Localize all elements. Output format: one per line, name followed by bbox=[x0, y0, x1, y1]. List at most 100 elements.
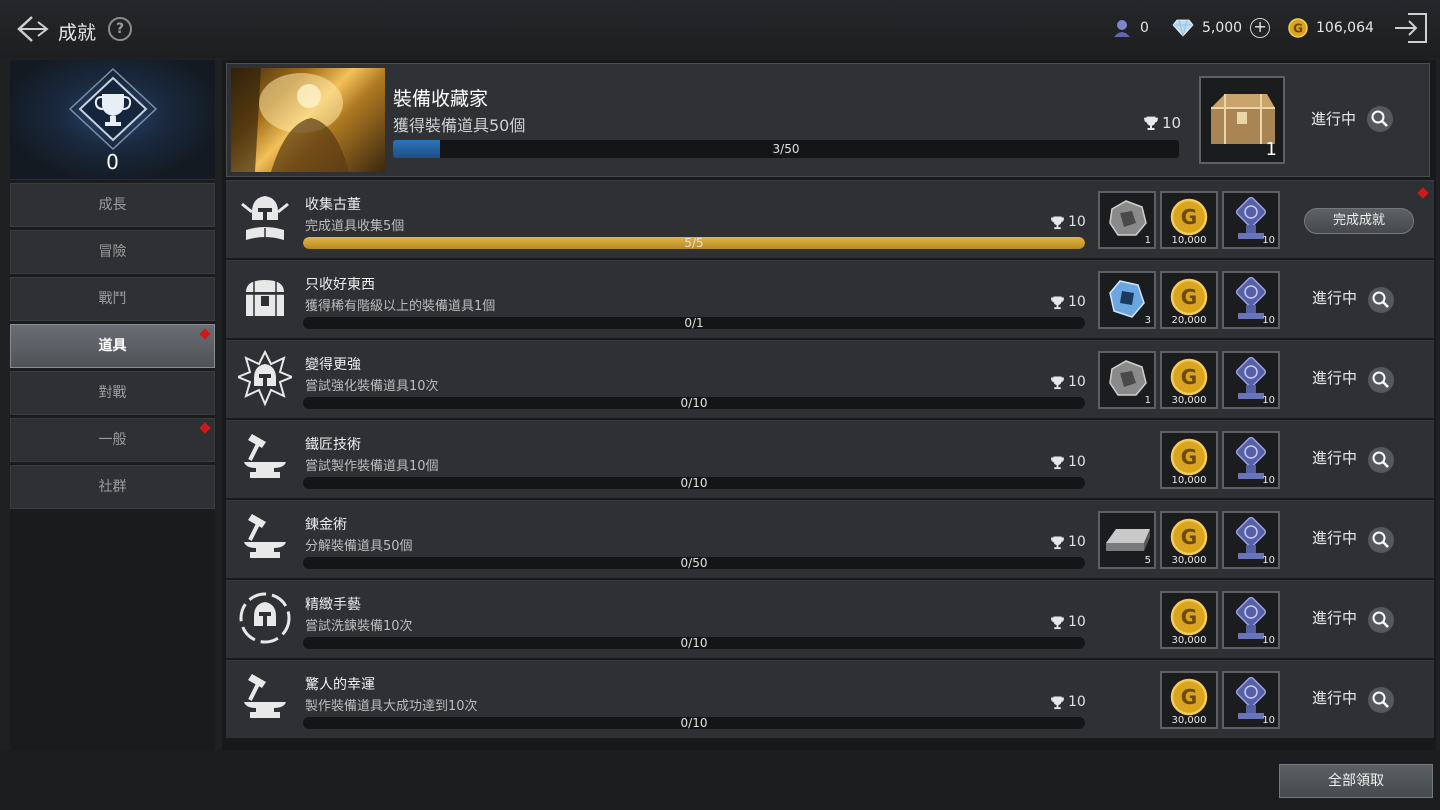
nav-item-2[interactable]: 戰鬥 bbox=[10, 277, 215, 321]
achievement-description: 嘗試製作裝備道具10個 bbox=[305, 459, 439, 474]
magnifier-icon bbox=[1372, 371, 1389, 388]
reward-quantity: 10 bbox=[1262, 635, 1275, 646]
complete-achievement-button[interactable]: 完成成就 bbox=[1304, 208, 1414, 234]
alert-dot bbox=[1417, 187, 1429, 199]
category-nav: 成長冒險戰鬥 道具 對戰一般社群 bbox=[10, 183, 215, 512]
claim-all-button[interactable]: 全部領取 bbox=[1279, 764, 1433, 798]
reward-slot[interactable]: G 30,000 bbox=[1160, 511, 1218, 569]
top-bar: 成就 ? 0 5,000 + G 106,064 bbox=[0, 0, 1440, 58]
achievement-title: 變得更強 bbox=[305, 357, 361, 373]
back-arrow-icon[interactable] bbox=[14, 12, 50, 46]
achievement-status: 進行中 bbox=[1312, 529, 1358, 547]
achievement-description: 完成道具收集5個 bbox=[305, 219, 405, 234]
achievement-points-value: 10 bbox=[1068, 614, 1086, 630]
reward-slot[interactable]: G 10,000 bbox=[1160, 431, 1218, 489]
svg-text:G: G bbox=[1181, 285, 1197, 309]
reward-slot[interactable]: G 30,000 bbox=[1160, 591, 1218, 649]
achievement-score: 0 bbox=[106, 150, 119, 174]
reward-slot[interactable]: 10 bbox=[1222, 191, 1280, 249]
achievement-title: 精緻手藝 bbox=[305, 597, 361, 613]
featured-search-button[interactable] bbox=[1367, 106, 1393, 132]
reward-slot[interactable]: 1 bbox=[1098, 351, 1156, 409]
footer-bar bbox=[0, 750, 1440, 810]
reward-slot[interactable]: 10 bbox=[1222, 511, 1280, 569]
nav-item-3[interactable]: 道具 bbox=[10, 324, 215, 368]
achievement-progress-text: 0/10 bbox=[680, 637, 708, 649]
achievement-row: 驚人的幸運 製作裝備道具大成功達到10次 0/10 10 G 30,000 10 進行中 bbox=[226, 660, 1434, 738]
reward-slot[interactable]: 10 bbox=[1222, 671, 1280, 729]
anvil-icon bbox=[238, 670, 292, 728]
alert-dot bbox=[199, 328, 211, 340]
achievement-search-button[interactable] bbox=[1368, 527, 1394, 553]
achievement-list: 裝備收藏家 獲得裝備道具50個 3/50 10 1 進行中 收集古董 完成道具收… bbox=[222, 60, 1436, 750]
achievement-progress-text: 0/1 bbox=[684, 317, 704, 329]
nav-item-5[interactable]: 一般 bbox=[10, 418, 215, 462]
achievement-status: 進行中 bbox=[1312, 449, 1358, 467]
trophy-small-icon bbox=[1051, 456, 1064, 469]
achievement-points-value: 10 bbox=[1068, 214, 1086, 230]
nav-item-6[interactable]: 社群 bbox=[10, 465, 215, 509]
reward-quantity: 30,000 bbox=[1171, 715, 1207, 726]
reward-quantity: 10,000 bbox=[1171, 475, 1207, 486]
achievement-points: 10 bbox=[1050, 694, 1086, 710]
reward-slot[interactable]: 3 bbox=[1098, 271, 1156, 329]
svg-text:G: G bbox=[1181, 685, 1197, 709]
achievement-search-button[interactable] bbox=[1368, 287, 1394, 313]
achievement-progress-bar: 0/1 bbox=[303, 317, 1085, 329]
reward-quantity: 10 bbox=[1262, 475, 1275, 486]
reward-slot[interactable]: 10 bbox=[1222, 591, 1280, 649]
trophy-icon bbox=[68, 67, 158, 151]
featured-banner-image bbox=[231, 68, 385, 172]
reward-slot[interactable]: G 30,000 bbox=[1160, 351, 1218, 409]
achievement-progress-text: 0/10 bbox=[680, 717, 708, 729]
achievement-search-button[interactable] bbox=[1368, 607, 1394, 633]
chest-quantity: 1 bbox=[1265, 139, 1277, 160]
reward-slot[interactable]: 10 bbox=[1222, 271, 1280, 329]
achievement-search-button[interactable] bbox=[1368, 367, 1394, 393]
magnifier-icon bbox=[1372, 611, 1389, 628]
nav-item-label: 一般 bbox=[98, 432, 127, 448]
reward-slot[interactable]: G 10,000 bbox=[1160, 191, 1218, 249]
svg-text:G: G bbox=[1181, 365, 1197, 389]
trophy-small-icon bbox=[1051, 616, 1064, 629]
achievement-points: 10 bbox=[1050, 454, 1086, 470]
reward-quantity: 1 bbox=[1144, 395, 1151, 406]
ticket-icon bbox=[1114, 20, 1130, 37]
reward-quantity: 10,000 bbox=[1171, 235, 1207, 246]
exit-icon[interactable] bbox=[1392, 11, 1430, 45]
nav-item-label: 社群 bbox=[98, 479, 127, 495]
svg-text:G: G bbox=[1181, 445, 1197, 469]
diamond-icon bbox=[1172, 19, 1194, 37]
achievement-progress-bar: 0/10 bbox=[303, 477, 1085, 489]
nav-item-label: 冒險 bbox=[98, 244, 127, 260]
helmet-swirl-icon bbox=[238, 590, 292, 648]
add-diamonds-button[interactable]: + bbox=[1250, 18, 1271, 38]
reward-quantity: 10 bbox=[1262, 315, 1275, 326]
help-icon[interactable]: ? bbox=[108, 17, 132, 41]
achievement-title: 驚人的幸運 bbox=[305, 677, 375, 693]
achievement-search-button[interactable] bbox=[1368, 447, 1394, 473]
reward-slot[interactable]: 10 bbox=[1222, 431, 1280, 489]
anvil-icon bbox=[238, 510, 292, 568]
featured-reward-chest[interactable]: 1 bbox=[1199, 76, 1285, 164]
achievement-title: 收集古董 bbox=[305, 197, 361, 213]
reward-slot[interactable]: G 30,000 bbox=[1160, 671, 1218, 729]
reward-slot[interactable]: 5 bbox=[1098, 511, 1156, 569]
achievement-progress-bar: 0/10 bbox=[303, 637, 1085, 649]
nav-item-1[interactable]: 冒險 bbox=[10, 230, 215, 274]
nav-item-4[interactable]: 對戰 bbox=[10, 371, 215, 415]
trophy-small-icon bbox=[1051, 216, 1064, 229]
reward-slot[interactable]: 1 bbox=[1098, 191, 1156, 249]
svg-text:G: G bbox=[1181, 605, 1197, 629]
achievement-points-value: 10 bbox=[1068, 534, 1086, 550]
category-sidebar: 0 成長冒險戰鬥 道具 對戰一般社群 bbox=[10, 60, 215, 750]
reward-quantity: 5 bbox=[1144, 555, 1151, 566]
achievement-search-button[interactable] bbox=[1368, 687, 1394, 713]
magnifier-icon bbox=[1372, 531, 1389, 548]
diamond-count: 5,000 bbox=[1202, 20, 1243, 36]
nav-item-0[interactable]: 成長 bbox=[10, 183, 215, 227]
reward-slot[interactable]: G 20,000 bbox=[1160, 271, 1218, 329]
reward-slot[interactable]: 10 bbox=[1222, 351, 1280, 409]
achievement-description: 嘗試強化裝備道具10次 bbox=[305, 379, 439, 394]
featured-description: 獲得裝備道具50個 bbox=[393, 116, 526, 135]
